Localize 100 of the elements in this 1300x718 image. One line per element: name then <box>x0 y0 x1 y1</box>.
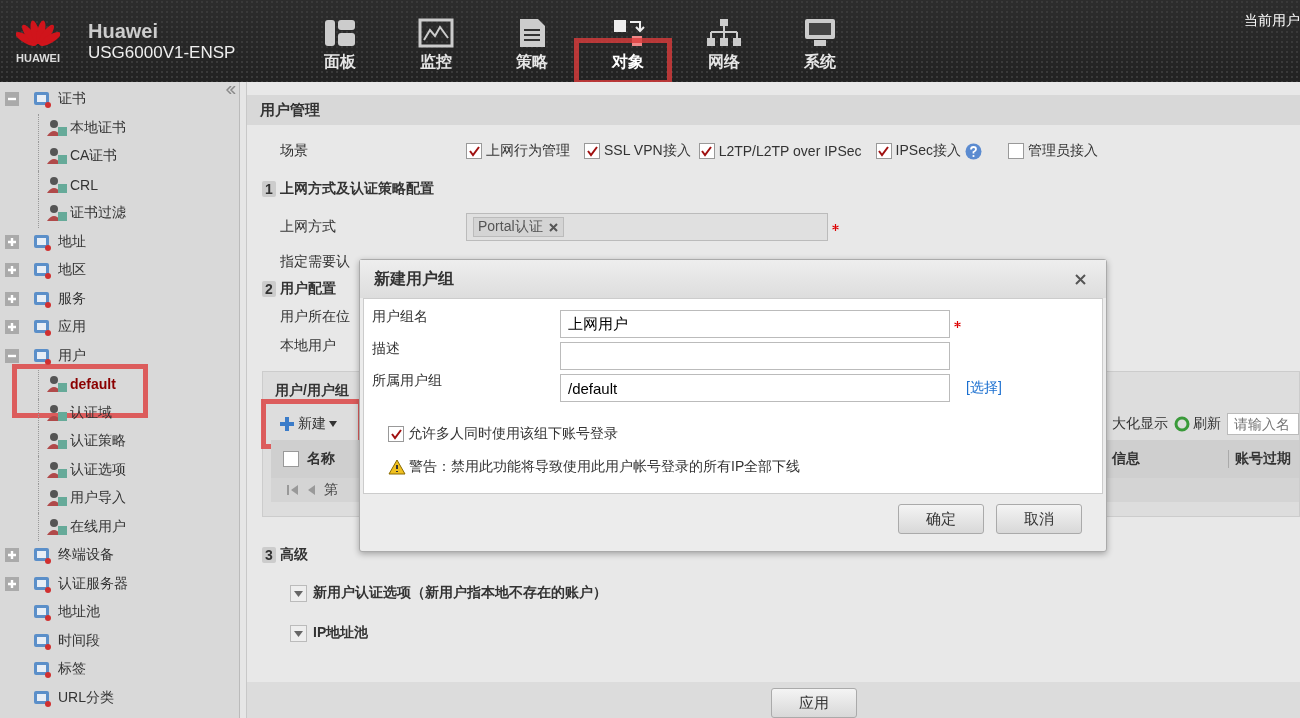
column-header[interactable]: 账号过期 <box>1228 450 1291 468</box>
tree-item-icon <box>32 602 52 623</box>
tree-item-icon <box>46 488 68 509</box>
field-label: 用户所在位 <box>280 307 350 326</box>
tree-item[interactable]: 证书过滤 <box>70 204 126 223</box>
tree-item[interactable]: URL分类 <box>58 688 114 707</box>
tree-item[interactable]: 认证选项 <box>70 460 126 479</box>
first-page-icon[interactable] <box>287 484 299 496</box>
expand-toggle[interactable] <box>290 584 307 602</box>
input-field[interactable]: /default <box>560 374 950 402</box>
expand-toggle[interactable] <box>5 576 19 591</box>
tree-item-icon <box>46 374 68 395</box>
nav-icon <box>802 17 838 48</box>
expand-toggle[interactable] <box>5 263 19 278</box>
checkbox-label: L2TP/L2TP over IPSec <box>718 143 862 159</box>
checkbox[interactable] <box>1007 143 1024 159</box>
nav-tab[interactable]: 策略 <box>484 0 580 82</box>
tree-item[interactable]: default <box>70 376 116 393</box>
nav-tab[interactable]: 面板 <box>292 0 388 82</box>
plus-icon <box>279 416 295 432</box>
checkbox[interactable] <box>466 143 482 159</box>
tree-item[interactable]: 在线用户 <box>70 517 126 536</box>
section-number: 1 <box>262 181 276 197</box>
tree-item[interactable]: 标签 <box>58 660 86 679</box>
tree-item[interactable]: 地址 <box>58 232 86 251</box>
help-icon[interactable] <box>964 142 982 160</box>
checkbox-label: SSL VPN接入 <box>604 142 691 160</box>
nav-tab[interactable]: 系统 <box>772 0 868 82</box>
expand-toggle[interactable] <box>5 291 19 306</box>
tree-item[interactable]: 地区 <box>58 261 86 280</box>
field-label: 场景 <box>280 142 308 160</box>
collapse-toggle[interactable] <box>5 92 19 107</box>
tag-chip: Portal认证 <box>473 217 564 237</box>
tree-item-icon <box>32 89 52 110</box>
expand-toggle[interactable] <box>5 548 19 563</box>
close-icon[interactable] <box>1075 273 1086 285</box>
tree-item-icon <box>46 431 68 452</box>
search-field[interactable]: 请输入名 <box>1227 413 1299 435</box>
warning-icon <box>388 459 406 475</box>
tree-item[interactable]: 证书 <box>58 90 86 109</box>
tree-item[interactable]: 用户 <box>58 346 86 365</box>
apply-button[interactable]: 应用 <box>770 688 857 718</box>
refresh-button[interactable]: 刷新 <box>1174 415 1221 433</box>
refresh-icon <box>1174 416 1190 432</box>
field-label: 所属用户组 <box>371 372 443 390</box>
tree-item[interactable]: 本地证书 <box>70 118 126 137</box>
expand-toggle[interactable] <box>290 624 307 642</box>
previous-page-icon[interactable] <box>307 484 316 496</box>
checkbox-label: 管理员接入 <box>1027 142 1098 160</box>
expand-toggle[interactable] <box>5 234 19 249</box>
checkbox[interactable] <box>283 451 299 467</box>
expand-toggle[interactable] <box>5 320 19 335</box>
select-link[interactable]: [选择] <box>966 379 1002 397</box>
tree-item[interactable]: CA证书 <box>70 147 118 166</box>
tree-item[interactable]: 地址池 <box>58 603 100 622</box>
tree-item-icon <box>32 545 52 566</box>
device-model: USG6000V1-ENSP <box>88 42 237 63</box>
tree-item[interactable]: 应用 <box>58 318 86 337</box>
tree-item-icon <box>46 402 68 423</box>
new-button[interactable]: 新建 <box>277 413 339 435</box>
logo-text: HUAWEI <box>16 52 60 64</box>
dialog-button[interactable]: 确定 <box>898 504 984 534</box>
input-field[interactable]: 上网用户 <box>560 310 950 338</box>
remove-icon[interactable] <box>548 222 558 232</box>
tree-item-icon <box>32 317 52 338</box>
checkbox[interactable] <box>584 143 600 159</box>
tree-item[interactable]: 认证策略 <box>70 432 126 451</box>
input-field[interactable] <box>560 342 950 370</box>
tree-item[interactable]: 终端设备 <box>58 546 114 565</box>
column-header[interactable]: 信息 <box>1112 450 1228 468</box>
section-number: 2 <box>262 281 276 297</box>
collapse-sidebar-icon[interactable] <box>226 86 236 94</box>
dialog-button[interactable]: 取消 <box>996 504 1082 534</box>
checkbox[interactable] <box>875 143 892 159</box>
nav-tab[interactable]: 对象 <box>580 0 676 82</box>
nav-tab[interactable]: 网络 <box>676 0 772 82</box>
tree-item-icon <box>46 516 68 537</box>
tree-item[interactable]: 时间段 <box>58 631 100 650</box>
field-label: 用户组名 <box>371 308 429 326</box>
checkbox[interactable] <box>388 426 404 442</box>
tree-item-icon <box>46 174 68 195</box>
tree-item-icon <box>46 459 68 480</box>
tree-item-icon <box>32 659 52 680</box>
collapsible-title[interactable]: 新用户认证选项（新用户指本地不存在的账户） <box>313 584 607 602</box>
pager-text: 第 <box>324 481 338 499</box>
tree-item[interactable]: 服务 <box>58 289 86 308</box>
maximize-link[interactable]: 大化显示 <box>1112 415 1168 433</box>
field-label: 上网方式 <box>280 218 336 236</box>
nav-tab[interactable]: 监控 <box>388 0 484 82</box>
collapse-toggle[interactable] <box>5 348 19 363</box>
tree-item-icon <box>46 117 68 138</box>
section-number: 3 <box>262 547 276 563</box>
tree-item[interactable]: 用户导入 <box>70 489 126 508</box>
checkbox[interactable] <box>698 143 715 159</box>
collapsible-title[interactable]: IP地址池 <box>313 624 369 642</box>
tree-item[interactable]: CRL <box>70 176 98 193</box>
tree-item[interactable]: 认证服务器 <box>58 574 128 593</box>
page-title: 用户管理 <box>247 95 1300 125</box>
field-label: 描述 <box>371 340 401 358</box>
tag-field[interactable]: Portal认证 <box>466 213 828 241</box>
